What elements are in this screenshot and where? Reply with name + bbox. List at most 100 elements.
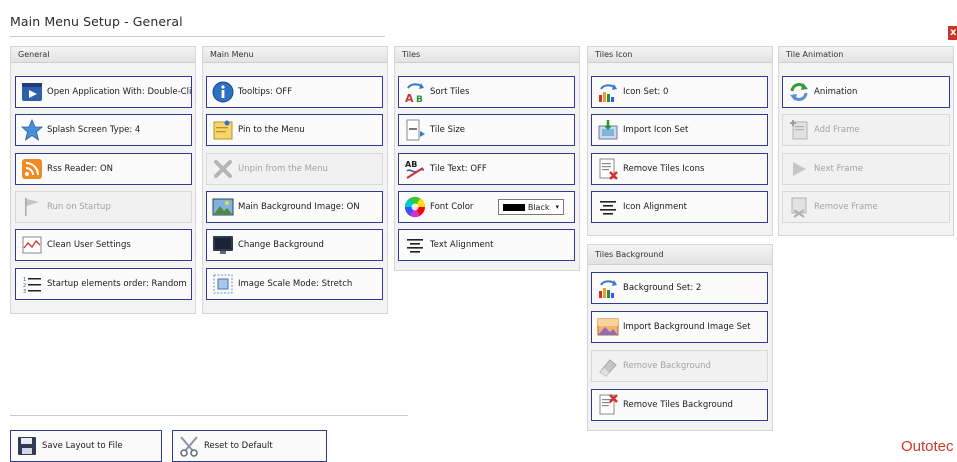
rss-icon	[21, 158, 43, 180]
startup-order-button[interactable]: 123 Startup elements order: Random	[15, 268, 192, 300]
scissors-icon	[178, 435, 200, 457]
next-frame-button[interactable]: Next Frame	[782, 153, 950, 185]
background-set-button[interactable]: Background Set: 2	[591, 272, 768, 304]
rss-reader-button[interactable]: Rss Reader: ON	[15, 153, 192, 185]
pin-to-menu-label: Pin to the Menu	[238, 125, 305, 135]
save-layout-label: Save Layout to File	[42, 441, 123, 451]
remove-frame-label: Remove Frame	[814, 202, 878, 212]
icon-alignment-label: Icon Alignment	[623, 202, 688, 212]
pin-note-icon	[212, 119, 234, 141]
remove-background-button[interactable]: Remove Background	[591, 350, 768, 382]
svg-text:B: B	[416, 95, 423, 103]
text-off-icon: AB	[404, 158, 426, 180]
close-icon[interactable]: x	[948, 26, 957, 40]
unpin-from-menu-button[interactable]: Unpin from the Menu	[206, 153, 383, 185]
icon-set-button[interactable]: Icon Set: 0	[591, 76, 768, 108]
scale-icon	[212, 273, 234, 295]
color-swatch	[502, 203, 525, 211]
clean-user-settings-label: Clean User Settings	[47, 240, 131, 250]
image-icon	[212, 196, 234, 218]
reset-to-default-button[interactable]: Reset to Default	[172, 430, 327, 462]
reset-to-default-label: Reset to Default	[204, 441, 273, 451]
remove-doc-icon	[597, 394, 619, 416]
landscape-icon	[597, 316, 619, 338]
change-background-button[interactable]: Change Background	[206, 229, 383, 261]
general-group-header: General	[11, 47, 195, 63]
remove-tiles-icons-button[interactable]: Remove Tiles Icons	[591, 153, 768, 185]
remove-frame-icon	[788, 196, 810, 218]
image-scale-mode-button[interactable]: Image Scale Mode: Stretch	[206, 268, 383, 300]
splash-screen-button[interactable]: Splash Screen Type: 4	[15, 114, 192, 146]
svg-text:3: 3	[23, 289, 26, 295]
text-alignment-label: Text Alignment	[430, 240, 494, 250]
font-color-button[interactable]: Font Color Black ▾	[398, 191, 575, 223]
numbered-list-icon: 123	[21, 273, 43, 295]
clean-chart-icon	[21, 234, 43, 256]
unpin-from-menu-label: Unpin from the Menu	[238, 164, 328, 174]
next-frame-label: Next Frame	[814, 164, 863, 174]
play-icon	[788, 158, 810, 180]
font-color-value: Black	[527, 202, 550, 212]
remove-tiles-background-label: Remove Tiles Background	[623, 400, 733, 410]
eraser-icon	[597, 355, 619, 377]
rss-reader-label: Rss Reader: ON	[47, 164, 114, 174]
add-frame-icon	[788, 119, 810, 141]
animation-label: Animation	[814, 87, 858, 97]
icon-set-label: Icon Set: 0	[623, 87, 669, 97]
animation-button[interactable]: Animation	[782, 76, 950, 108]
background-set-icon	[597, 277, 619, 299]
font-color-label: Font Color	[430, 202, 474, 212]
tiles-background-group-header: Tiles Background	[588, 245, 772, 265]
chevron-down-icon: ▾	[555, 203, 559, 211]
remove-frame-button[interactable]: Remove Frame	[782, 191, 950, 223]
pin-to-menu-button[interactable]: Pin to the Menu	[206, 114, 383, 146]
remove-tiles-icons-label: Remove Tiles Icons	[623, 164, 705, 174]
open-application-label: Open Application With: Double-Click	[47, 87, 192, 97]
run-on-startup-button[interactable]: Run on Startup	[15, 191, 192, 223]
tile-size-icon	[404, 119, 426, 141]
clean-user-settings-button[interactable]: Clean User Settings	[15, 229, 192, 261]
change-background-label: Change Background	[238, 240, 324, 250]
icon-alignment-button[interactable]: Icon Alignment	[591, 191, 768, 223]
svg-text:A: A	[405, 92, 414, 103]
tooltips-button[interactable]: Tooltips: OFF	[206, 76, 383, 108]
main-menu-group-header: Main Menu	[203, 47, 387, 63]
import-icon-set-button[interactable]: Import Icon Set	[591, 114, 768, 146]
svg-text:AB: AB	[405, 160, 417, 169]
import-background-image-set-button[interactable]: Import Background Image Set	[591, 311, 768, 343]
background-set-label: Background Set: 2	[623, 283, 702, 293]
font-color-dropdown[interactable]: Black ▾	[497, 199, 564, 215]
remove-tiles-background-button[interactable]: Remove Tiles Background	[591, 389, 768, 421]
text-alignment-button[interactable]: Text Alignment	[398, 229, 575, 261]
refresh-icon	[788, 81, 810, 103]
tile-size-label: Tile Size	[430, 125, 466, 135]
startup-order-label: Startup elements order: Random	[47, 279, 187, 289]
tiles-group-header: Tiles	[395, 47, 579, 63]
x-icon	[212, 158, 234, 180]
remove-doc-icon	[597, 158, 619, 180]
main-background-image-button[interactable]: Main Background Image: ON	[206, 191, 383, 223]
align-center-icon	[404, 234, 426, 256]
title-divider	[10, 36, 385, 37]
tile-animation-group-header: Tile Animation	[779, 47, 953, 63]
star-icon	[21, 119, 43, 141]
align-icon	[597, 196, 619, 218]
add-frame-button[interactable]: Add Frame	[782, 114, 950, 146]
tiles-icon-group-header: Tiles Icon	[588, 47, 772, 63]
image-scale-mode-label: Image Scale Mode: Stretch	[238, 279, 353, 289]
open-application-button[interactable]: Open Application With: Double-Click	[15, 76, 192, 108]
sort-tiles-label: Sort Tiles	[430, 87, 470, 97]
sort-ab-icon: AB	[404, 81, 426, 103]
save-layout-button[interactable]: Save Layout to File	[10, 430, 162, 462]
tile-text-label: Tile Text: OFF	[430, 164, 487, 174]
tile-text-button[interactable]: AB Tile Text: OFF	[398, 153, 575, 185]
monitor-icon	[212, 234, 234, 256]
tooltips-label: Tooltips: OFF	[238, 87, 293, 97]
import-icon	[597, 119, 619, 141]
icon-set-icon	[597, 81, 619, 103]
import-icon-set-label: Import Icon Set	[623, 125, 689, 135]
tile-size-button[interactable]: Tile Size	[398, 114, 575, 146]
sort-tiles-button[interactable]: AB Sort Tiles	[398, 76, 575, 108]
info-icon	[212, 81, 234, 103]
add-frame-label: Add Frame	[814, 125, 860, 135]
